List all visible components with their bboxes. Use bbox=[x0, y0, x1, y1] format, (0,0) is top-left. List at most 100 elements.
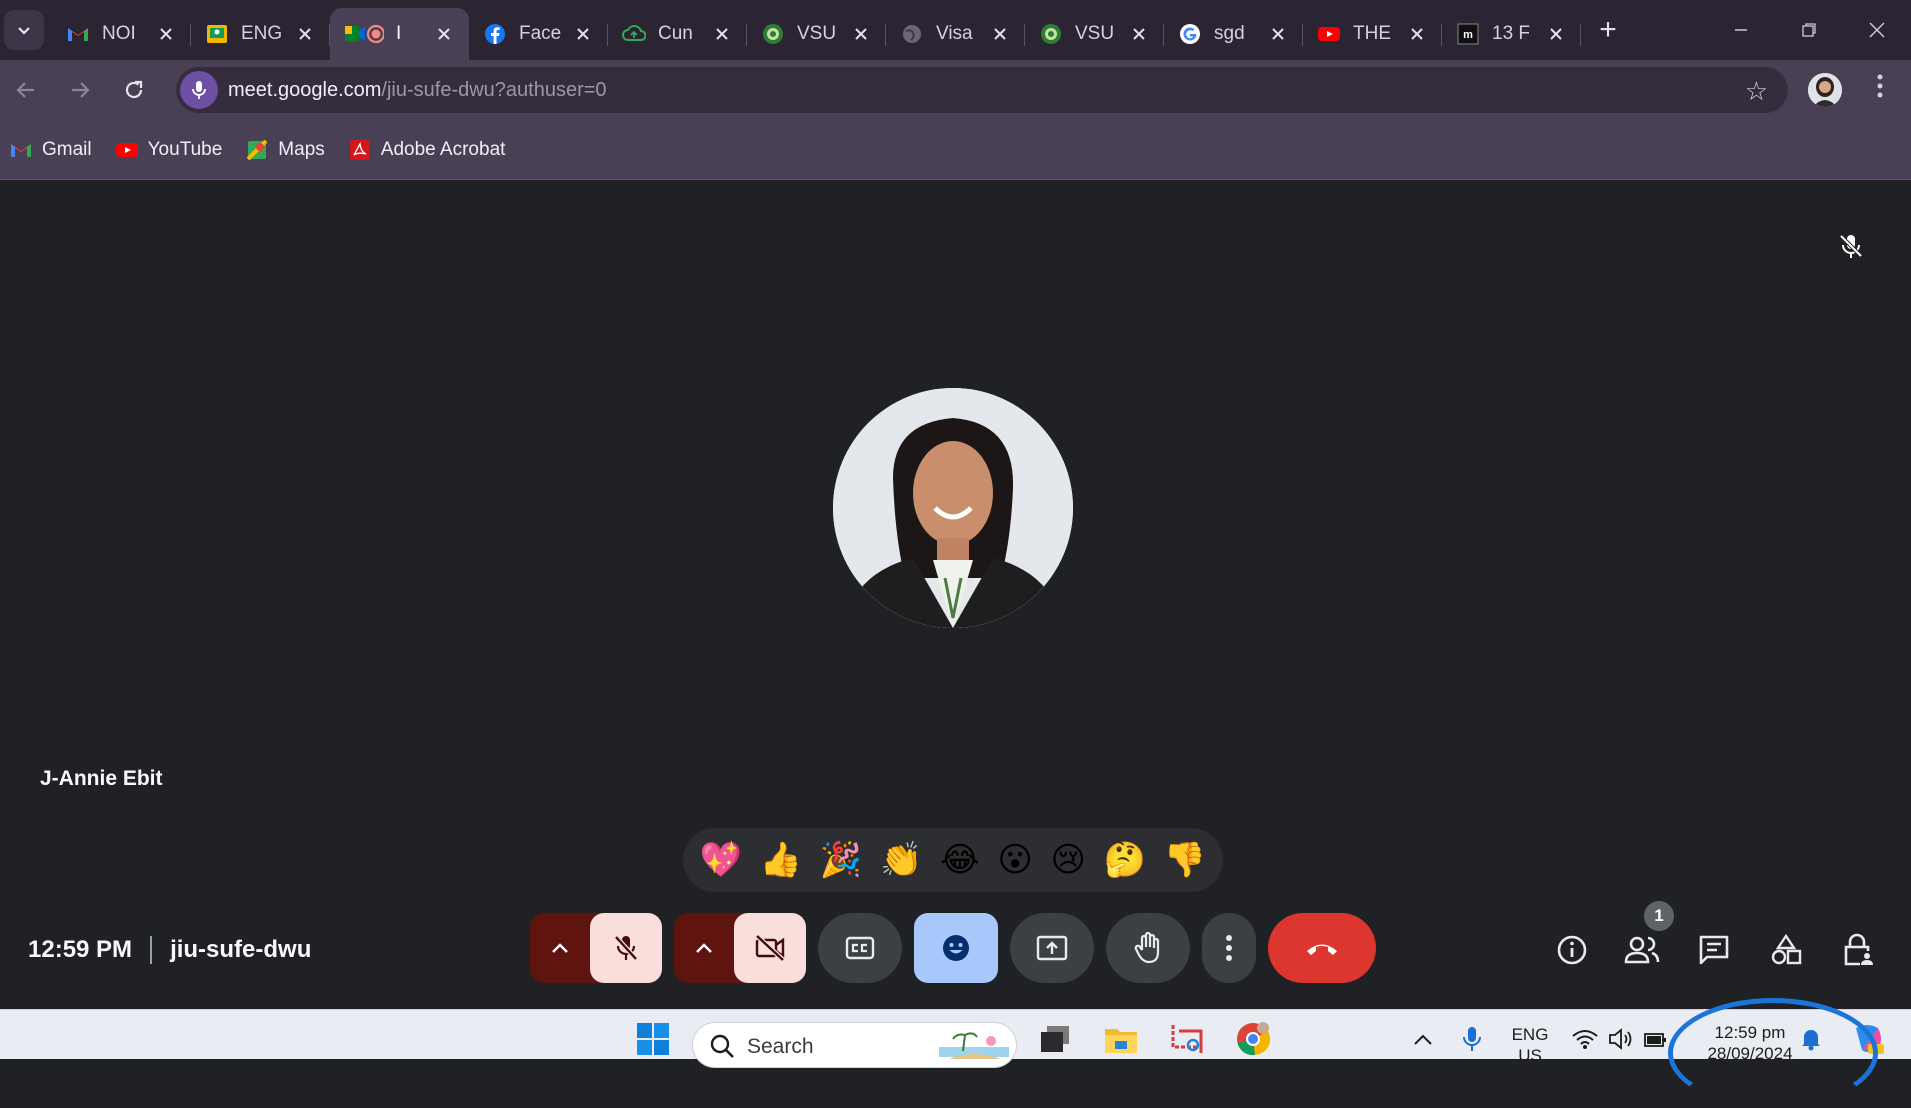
reaction-emoji-button[interactable]: 🎉 bbox=[820, 840, 862, 880]
reaction-emoji-button[interactable]: 👍 bbox=[760, 840, 802, 880]
tab-title: Cun bbox=[658, 23, 693, 44]
meeting-code: jiu-sufe-dwu bbox=[170, 936, 312, 963]
bookmark-star-button[interactable]: ☆ bbox=[1745, 76, 1768, 107]
show-hidden-icons-button[interactable] bbox=[1404, 1020, 1442, 1058]
close-icon bbox=[438, 28, 450, 40]
close-icon bbox=[299, 28, 311, 40]
tab-close-button[interactable] bbox=[294, 23, 316, 45]
present-screen-button[interactable] bbox=[1010, 913, 1094, 983]
tab-close-button[interactable] bbox=[850, 23, 872, 45]
browser-tab[interactable]: m 13 F bbox=[1442, 8, 1581, 60]
browser-tab[interactable]: ENG bbox=[191, 8, 330, 60]
tab-close-button[interactable] bbox=[155, 23, 177, 45]
audio-options-button[interactable] bbox=[530, 913, 590, 983]
maps-icon bbox=[246, 139, 268, 161]
close-icon bbox=[716, 28, 728, 40]
divider bbox=[150, 936, 153, 964]
present-to-all-icon bbox=[1036, 935, 1068, 961]
reactions-bar: 💖 👍 🎉 👏 😂 😮 😢 🤔 👎 bbox=[683, 828, 1223, 892]
leave-call-button[interactable] bbox=[1268, 913, 1376, 983]
people-button[interactable] bbox=[1620, 928, 1664, 972]
address-bar[interactable]: meet.google.com/jiu-sufe-dwu?authuser=0 … bbox=[176, 67, 1788, 113]
browser-tab[interactable]: THE bbox=[1303, 8, 1442, 60]
tab-title: I bbox=[396, 23, 402, 44]
speaker-icon bbox=[1609, 1028, 1632, 1050]
reaction-emoji-button[interactable]: 👏 bbox=[880, 840, 922, 880]
browser-tab[interactable]: Visa bbox=[886, 8, 1025, 60]
wifi-button[interactable] bbox=[1566, 1020, 1604, 1058]
chat-button[interactable] bbox=[1692, 928, 1736, 972]
taskbar-search-box[interactable]: Search bbox=[692, 1022, 1017, 1068]
back-button[interactable] bbox=[6, 70, 46, 110]
task-view-button[interactable] bbox=[1036, 1020, 1074, 1058]
bookmark-label: Maps bbox=[278, 138, 325, 160]
reaction-emoji-button[interactable]: 😮 bbox=[997, 840, 1032, 880]
copilot-button[interactable] bbox=[1848, 1020, 1886, 1058]
browser-tab[interactable]: Cun bbox=[608, 8, 747, 60]
tab-close-button[interactable] bbox=[433, 23, 455, 45]
minimize-button[interactable] bbox=[1707, 0, 1775, 60]
windows-logo-icon bbox=[637, 1023, 669, 1055]
tab-close-button[interactable] bbox=[1406, 23, 1428, 45]
shapes-icon bbox=[1771, 934, 1802, 965]
reload-icon bbox=[125, 80, 143, 99]
bookmark-gmail[interactable]: Gmail bbox=[10, 139, 92, 161]
camera-toggle-button[interactable] bbox=[734, 913, 806, 983]
chrome-taskbar-button[interactable] bbox=[1234, 1020, 1272, 1058]
volume-button[interactable] bbox=[1602, 1020, 1640, 1058]
file-explorer-button[interactable] bbox=[1102, 1020, 1140, 1058]
browser-tab[interactable]: I bbox=[330, 8, 469, 60]
restore-button[interactable] bbox=[1775, 0, 1843, 60]
close-icon bbox=[1133, 28, 1145, 40]
close-window-button[interactable] bbox=[1843, 0, 1911, 60]
tab-title: VSU bbox=[797, 23, 837, 44]
tab-close-button[interactable] bbox=[1267, 23, 1289, 45]
tab-close-button[interactable] bbox=[989, 23, 1011, 45]
captions-button[interactable] bbox=[818, 913, 902, 983]
reaction-emoji-button[interactable]: 👎 bbox=[1164, 840, 1206, 880]
raise-hand-button[interactable] bbox=[1106, 913, 1190, 983]
more-vertical-icon bbox=[1877, 74, 1883, 98]
new-tab-button[interactable]: + bbox=[1590, 12, 1626, 48]
browser-tab[interactable]: Face bbox=[469, 8, 608, 60]
microphone-toggle-button[interactable] bbox=[590, 913, 662, 983]
forward-button[interactable] bbox=[60, 70, 100, 110]
voice-search-button[interactable] bbox=[180, 71, 218, 109]
start-button[interactable] bbox=[634, 1020, 672, 1058]
call-end-icon bbox=[1307, 944, 1337, 955]
browser-tab[interactable]: VSU bbox=[747, 8, 886, 60]
tab-close-button[interactable] bbox=[1545, 23, 1567, 45]
reaction-emoji-button[interactable]: 💖 bbox=[700, 840, 742, 880]
browser-menu-button[interactable] bbox=[1868, 74, 1892, 98]
send-reaction-button[interactable] bbox=[914, 913, 998, 983]
activities-button[interactable] bbox=[1764, 928, 1808, 972]
language-indicator[interactable]: ENG US bbox=[1505, 1024, 1555, 1066]
browser-tab[interactable]: sgd bbox=[1164, 8, 1303, 60]
battery-button[interactable] bbox=[1637, 1020, 1675, 1058]
notifications-button[interactable] bbox=[1792, 1020, 1830, 1058]
meeting-details-button[interactable] bbox=[1550, 928, 1594, 972]
browser-tab[interactable]: NOI bbox=[52, 8, 191, 60]
reaction-emoji-button[interactable]: 😂 bbox=[940, 840, 980, 880]
profile-avatar-button[interactable] bbox=[1808, 73, 1842, 107]
participants-count-badge: 1 bbox=[1644, 901, 1674, 931]
bookmark-adobe-acrobat[interactable]: Adobe Acrobat bbox=[349, 139, 505, 161]
tab-search-button[interactable] bbox=[4, 10, 44, 50]
participant-avatar bbox=[833, 388, 1073, 628]
more-options-button[interactable] bbox=[1202, 913, 1256, 983]
microphone-tray-button[interactable] bbox=[1453, 1020, 1491, 1058]
reload-button[interactable] bbox=[114, 70, 154, 110]
browser-tab[interactable]: VSU bbox=[1025, 8, 1164, 60]
m-icon: m bbox=[1456, 22, 1480, 46]
reaction-emoji-button[interactable]: 😢 bbox=[1051, 840, 1086, 880]
video-options-button[interactable] bbox=[674, 913, 734, 983]
tab-close-button[interactable] bbox=[1128, 23, 1150, 45]
bookmark-youtube[interactable]: YouTube bbox=[115, 139, 222, 161]
tab-close-button[interactable] bbox=[711, 23, 733, 45]
snipping-tool-button[interactable] bbox=[1168, 1020, 1206, 1058]
bookmark-maps[interactable]: Maps bbox=[246, 138, 325, 161]
reaction-emoji-button[interactable]: 🤔 bbox=[1104, 840, 1146, 880]
host-controls-button[interactable] bbox=[1836, 928, 1880, 972]
close-icon bbox=[160, 28, 172, 40]
tab-close-button[interactable] bbox=[572, 23, 594, 45]
